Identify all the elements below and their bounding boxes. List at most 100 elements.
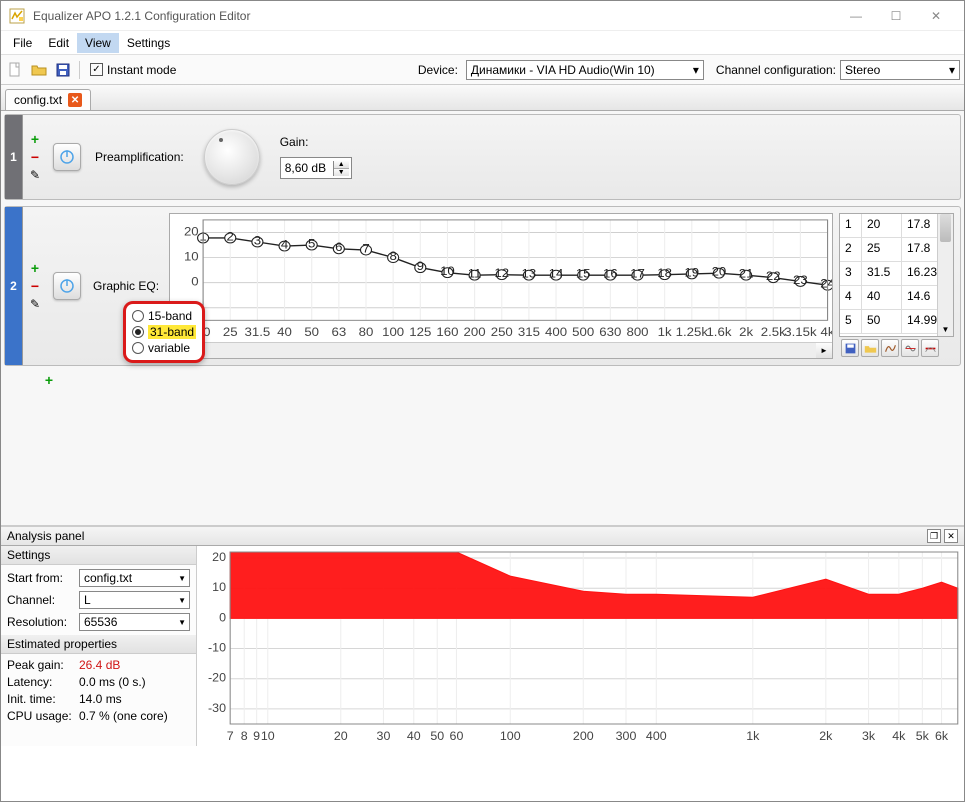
start-from-label: Start from: — [7, 571, 73, 585]
open-file-button[interactable] — [29, 60, 49, 80]
svg-text:-10: -10 — [208, 641, 226, 655]
channel-combo[interactable]: L▼ — [79, 591, 190, 609]
svg-text:5: 5 — [308, 237, 315, 250]
window-title: Equalizer APO 1.2.1 Configuration Editor — [33, 9, 836, 23]
normalize-button[interactable] — [901, 339, 919, 357]
svg-text:24: 24 — [820, 277, 832, 290]
gain-knob[interactable] — [198, 123, 266, 191]
dock-button[interactable]: ❐ — [927, 529, 941, 543]
svg-text:0: 0 — [191, 275, 198, 288]
init-time-value: 14.0 ms — [79, 692, 122, 706]
svg-text:3k: 3k — [862, 729, 876, 743]
menu-edit[interactable]: Edit — [40, 33, 77, 53]
eq-vertical-scrollbar[interactable]: ▲▼ — [937, 214, 953, 336]
minimize-button[interactable]: — — [836, 4, 876, 28]
close-panel-button[interactable]: ✕ — [944, 529, 958, 543]
tab-config[interactable]: config.txt ✕ — [5, 89, 91, 110]
latency-label: Latency: — [7, 675, 73, 689]
svg-text:16: 16 — [603, 267, 618, 280]
svg-text:8: 8 — [389, 250, 396, 263]
open-preset-button[interactable] — [861, 339, 879, 357]
svg-text:11: 11 — [468, 267, 482, 280]
svg-text:10: 10 — [212, 580, 226, 594]
eq-graph[interactable]: 20100-10202531.5405063801001251602002503… — [169, 213, 833, 359]
svg-text:10: 10 — [440, 265, 455, 278]
chevron-down-icon: ▾ — [693, 63, 699, 77]
preamp-label: Preamplification: — [95, 150, 184, 164]
svg-text:315: 315 — [518, 326, 540, 339]
svg-text:2.5k: 2.5k — [761, 326, 787, 339]
spin-buttons[interactable]: ▲▼ — [333, 161, 349, 176]
svg-text:2k: 2k — [819, 729, 833, 743]
edit-icon[interactable]: ✎ — [27, 296, 43, 312]
svg-text:50: 50 — [430, 729, 444, 743]
gain-spinbox[interactable]: ▲▼ — [280, 157, 352, 179]
chevron-down-icon: ▾ — [949, 63, 955, 77]
instant-mode-checkbox[interactable]: ✓ Instant mode — [90, 63, 176, 77]
gain-input[interactable] — [281, 161, 333, 175]
menu-view[interactable]: View — [77, 33, 119, 53]
remove-icon[interactable]: − — [27, 149, 43, 165]
work-area: 1 + − ✎ Preamplification: Gain: ▲▼ 2 — [1, 111, 964, 526]
add-icon[interactable]: + — [27, 131, 43, 147]
close-button[interactable]: ✕ — [916, 4, 956, 28]
svg-text:31.5: 31.5 — [245, 326, 271, 339]
svg-text:250: 250 — [491, 326, 513, 339]
band-31-radio[interactable]: 31-band — [132, 324, 196, 340]
reset-button[interactable] — [921, 339, 939, 357]
close-tab-icon[interactable]: ✕ — [68, 93, 82, 107]
svg-text:4k: 4k — [892, 729, 906, 743]
svg-text:400: 400 — [545, 326, 567, 339]
panel-graphic-eq: 2 + − ✎ Graphic EQ: 20100-10202531.54050… — [4, 206, 961, 366]
gain-label: Gain: — [280, 135, 352, 149]
menu-settings[interactable]: Settings — [119, 33, 178, 53]
eq-band-table[interactable]: 12017.822517.8331.516.2344014.655014.99 … — [839, 213, 954, 337]
init-time-label: Init. time: — [7, 692, 73, 706]
settings-header: Settings — [1, 546, 196, 565]
maximize-button[interactable]: ☐ — [876, 4, 916, 28]
new-file-button[interactable] — [5, 60, 25, 80]
svg-text:23: 23 — [793, 274, 808, 287]
svg-text:14: 14 — [549, 267, 564, 280]
svg-text:80: 80 — [359, 326, 374, 339]
svg-text:800: 800 — [626, 326, 648, 339]
menu-bar: File Edit View Settings — [1, 31, 964, 55]
channel-label: Channel: — [7, 593, 73, 607]
add-icon[interactable]: + — [27, 260, 43, 276]
remove-icon[interactable]: − — [27, 278, 43, 294]
band-15-radio[interactable]: 15-band — [132, 308, 196, 324]
power-button[interactable] — [53, 272, 81, 300]
svg-text:6: 6 — [335, 241, 342, 254]
save-file-button[interactable] — [53, 60, 73, 80]
channel-config-combo[interactable]: Stereo ▾ — [840, 60, 960, 80]
device-combo[interactable]: Динамики - VIA HD Audio(Win 10) ▾ — [466, 60, 704, 80]
svg-text:19: 19 — [684, 266, 699, 279]
save-preset-button[interactable] — [841, 339, 859, 357]
add-panel-button[interactable]: + — [41, 372, 57, 388]
svg-text:10: 10 — [261, 729, 275, 743]
tab-bar: config.txt ✕ — [1, 85, 964, 111]
latency-value: 0.0 ms (0 s.) — [79, 675, 146, 689]
panel-number: 1 — [5, 115, 23, 199]
toolbar: ✓ Instant mode Device: Динамики - VIA HD… — [1, 55, 964, 85]
analysis-graph[interactable]: 20100-10-20-3078910203040506010020030040… — [197, 546, 964, 746]
start-from-combo[interactable]: config.txt▼ — [79, 569, 190, 587]
eq-horizontal-scrollbar[interactable]: ◄► — [170, 342, 832, 358]
band-variable-radio[interactable]: variable — [132, 340, 196, 356]
analysis-panel: Settings Start from: config.txt▼ Channel… — [1, 546, 964, 746]
power-button[interactable] — [53, 143, 81, 171]
cpu-usage-label: CPU usage: — [7, 709, 73, 723]
title-bar: Equalizer APO 1.2.1 Configuration Editor… — [1, 1, 964, 31]
svg-text:500: 500 — [572, 326, 594, 339]
instant-mode-label: Instant mode — [107, 63, 176, 77]
invert-button[interactable] — [881, 339, 899, 357]
svg-text:3.15k: 3.15k — [784, 326, 817, 339]
svg-text:1.25k: 1.25k — [676, 326, 709, 339]
edit-icon[interactable]: ✎ — [27, 167, 43, 183]
svg-text:3: 3 — [254, 234, 261, 247]
analysis-panel-header: Analysis panel ❐ ✕ — [1, 526, 964, 546]
estimated-header: Estimated properties — [1, 635, 196, 654]
resolution-combo[interactable]: 65536▼ — [79, 613, 190, 631]
cpu-usage-value: 0.7 % (one core) — [79, 709, 168, 723]
menu-file[interactable]: File — [5, 33, 40, 53]
